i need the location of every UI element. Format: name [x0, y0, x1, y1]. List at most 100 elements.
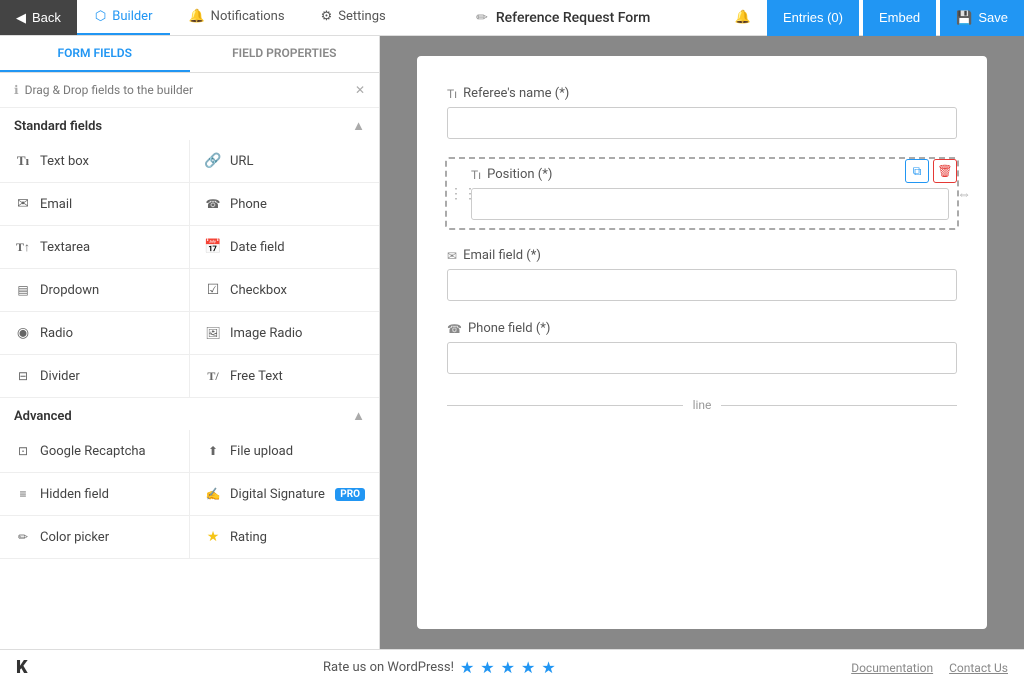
radio-label: Radio: [40, 326, 73, 341]
close-hint-icon[interactable]: ✕: [355, 83, 365, 97]
contact-link[interactable]: Contact Us: [949, 661, 1008, 675]
save-button[interactable]: 💾 Save: [940, 0, 1024, 36]
tab-notifications[interactable]: 🔔 Notifications: [170, 0, 302, 35]
notification-bell[interactable]: 🔔: [723, 0, 763, 36]
field-checkbox[interactable]: ☑ Checkbox: [190, 269, 379, 311]
builder-label: Builder: [112, 9, 152, 24]
file-upload-label: File upload: [230, 444, 293, 459]
footer: K Rate us on WordPress! ★ ★ ★ ★ ★ Docume…: [0, 649, 1024, 685]
footer-logo: K: [16, 657, 28, 678]
field-divider[interactable]: ⊟ Divider: [0, 355, 189, 397]
url-label: URL: [230, 154, 253, 169]
signature-icon: ✍: [204, 485, 222, 503]
field-dropdown[interactable]: ▤ Dropdown: [0, 269, 189, 311]
advanced-fields-grid: ⊡ Google Recaptcha ⬆ File upload ≡ Hidde…: [0, 430, 379, 559]
info-icon: ℹ: [14, 83, 19, 97]
drag-handle-position[interactable]: ⋮⋮: [449, 186, 477, 202]
text-box-label: Text box: [40, 154, 89, 169]
free-text-icon: T/: [204, 367, 222, 385]
bell-icon: 🔔: [188, 9, 204, 24]
position-input[interactable]: [471, 188, 949, 220]
entries-button[interactable]: Entries (0): [767, 0, 859, 36]
email-label-icon: ✉: [447, 249, 457, 263]
tab-form-fields[interactable]: FORM FIELDS: [0, 36, 190, 72]
embed-label: Embed: [879, 10, 920, 25]
star-3[interactable]: ★: [501, 658, 515, 677]
tab-settings[interactable]: ⚙ Settings: [303, 0, 404, 35]
date-icon: 📅: [204, 238, 222, 256]
delete-field-button[interactable]: 🗑: [933, 159, 957, 183]
advanced-fields-label: Advanced: [14, 409, 72, 424]
file-upload-icon: ⬆: [204, 442, 222, 460]
embed-button[interactable]: Embed: [863, 0, 936, 36]
hidden-icon: ≡: [14, 485, 32, 503]
field-free-text[interactable]: T/ Free Text: [190, 355, 379, 397]
tab-field-properties[interactable]: FIELD PROPERTIES: [190, 36, 380, 72]
collapse-advanced-icon[interactable]: ▲: [352, 408, 365, 424]
field-phone[interactable]: ☎ Phone: [190, 183, 379, 225]
recaptcha-icon: ⊡: [14, 442, 32, 460]
panel-tabs: FORM FIELDS FIELD PROPERTIES: [0, 36, 379, 73]
edit-icon: ✏: [476, 10, 488, 26]
color-picker-label: Color picker: [40, 530, 109, 545]
field-image-radio[interactable]: 🖼 Image Radio: [190, 312, 379, 354]
standard-fields-section: Standard fields ▲: [0, 108, 379, 140]
field-hidden[interactable]: ≡ Hidden field: [0, 473, 189, 515]
field-group-email: ✉ Email field (*): [447, 248, 957, 301]
resize-handle[interactable]: ⇔: [957, 185, 971, 202]
star-5[interactable]: ★: [541, 658, 555, 677]
back-arrow-icon: ◀: [16, 10, 26, 26]
position-label: Tı Position (*): [471, 167, 949, 182]
form-card: Tı Referee's name (*) ⋮⋮ Tı Position (*)…: [417, 56, 987, 629]
hidden-label: Hidden field: [40, 487, 109, 502]
text-box-icon: Tı: [14, 152, 32, 170]
star-1[interactable]: ★: [460, 658, 474, 677]
star-2[interactable]: ★: [480, 658, 494, 677]
field-rating[interactable]: ★ Rating: [190, 516, 379, 558]
field-radio[interactable]: ◉ Radio: [0, 312, 189, 354]
form-title: Reference Request Form: [496, 10, 651, 26]
star-4[interactable]: ★: [521, 658, 535, 677]
field-color-picker[interactable]: ✏ Color picker: [0, 516, 189, 558]
back-label: Back: [32, 10, 61, 25]
bell-icon: 🔔: [735, 10, 751, 25]
phone-field-input[interactable]: [447, 342, 957, 374]
field-email[interactable]: ✉ Email: [0, 183, 189, 225]
field-group-position: ⋮⋮ Tı Position (*) ⧉ 🗑 ⇔: [447, 159, 957, 228]
referees-name-input[interactable]: [447, 107, 957, 139]
canvas-area: Tı Referee's name (*) ⋮⋮ Tı Position (*)…: [380, 36, 1024, 649]
dropdown-label: Dropdown: [40, 283, 99, 298]
collapse-standard-icon[interactable]: ▲: [352, 118, 365, 134]
form-divider: line: [447, 398, 957, 412]
field-recaptcha[interactable]: ⊡ Google Recaptcha: [0, 430, 189, 472]
field-file-upload[interactable]: ⬆ File upload: [190, 430, 379, 472]
field-url[interactable]: 🔗 URL: [190, 140, 379, 182]
digital-signature-label: Digital Signature: [230, 487, 325, 502]
form-title-area: ✏ Reference Request Form: [404, 10, 723, 26]
free-text-label: Free Text: [230, 369, 283, 384]
divider-label: line: [693, 398, 712, 412]
documentation-link[interactable]: Documentation: [851, 661, 933, 675]
field-group-referees-name: Tı Referee's name (*): [447, 86, 957, 139]
tab-builder[interactable]: ⬡ Builder: [77, 0, 171, 35]
url-icon: 🔗: [204, 152, 222, 170]
phone-field-label: ☎ Phone field (*): [447, 321, 957, 336]
main-content: FORM FIELDS FIELD PROPERTIES ℹ Drag & Dr…: [0, 36, 1024, 649]
nav-right: 🔔 Entries (0) Embed 💾 Save: [723, 0, 1024, 36]
text-label-icon2: Tı: [471, 168, 481, 182]
field-date[interactable]: 📅 Date field: [190, 226, 379, 268]
back-button[interactable]: ◀ Back: [0, 0, 77, 35]
notifications-label: Notifications: [211, 9, 285, 24]
field-textarea[interactable]: T↑ Textarea: [0, 226, 189, 268]
radio-icon: ◉: [14, 324, 32, 342]
field-text-box[interactable]: Tı Text box: [0, 140, 189, 182]
footer-rate: Rate us on WordPress! ★ ★ ★ ★ ★: [323, 658, 556, 677]
field-digital-signature[interactable]: ✍ Digital Signature PRO: [190, 473, 379, 515]
copy-field-button[interactable]: ⧉: [905, 159, 929, 183]
email-field-input[interactable]: [447, 269, 957, 301]
position-field-actions: ⧉ 🗑: [905, 159, 957, 183]
referees-name-label: Tı Referee's name (*): [447, 86, 957, 101]
entries-label: Entries (0): [783, 10, 843, 25]
builder-icon: ⬡: [95, 9, 106, 24]
drag-hint-text: Drag & Drop fields to the builder: [25, 83, 194, 97]
